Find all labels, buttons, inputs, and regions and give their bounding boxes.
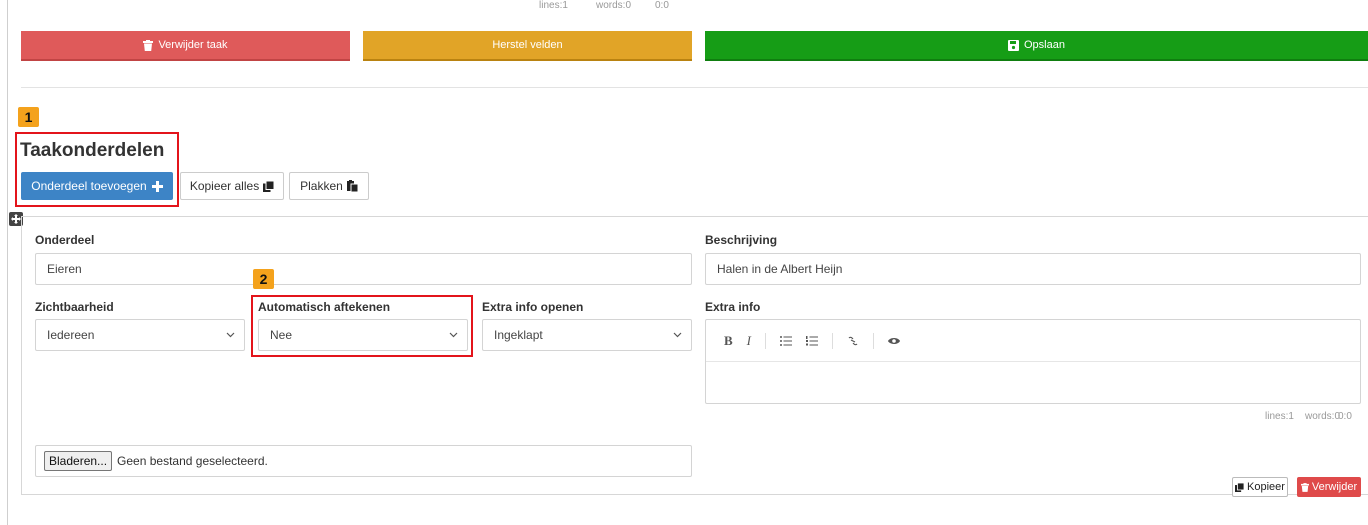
bold-icon[interactable]: B [724, 333, 733, 349]
reset-fields-label: Herstel velden [492, 39, 563, 51]
floppy-icon [1008, 39, 1019, 51]
onderdeel-label: Onderdeel [35, 233, 95, 247]
toolbar-separator [765, 332, 767, 349]
auto-aftekenen-label: Automatisch aftekenen [258, 300, 391, 314]
section-title: Taakonderdelen [20, 140, 165, 161]
copy-part-label: Kopieer [1247, 481, 1285, 493]
browse-file-button[interactable]: Bladeren... [44, 451, 113, 471]
paste-label: Plakken [300, 179, 343, 193]
top-lines-count: lines:1 [539, 0, 568, 11]
auto-aftekenen-value: Nee [270, 328, 293, 342]
copy-icon [263, 180, 275, 192]
chevron-down-icon [449, 332, 458, 338]
plus-icon [151, 180, 163, 192]
toolbar-separator [832, 332, 834, 349]
copy-all-label: Kopieer alles [189, 179, 260, 193]
zichtbaarheid-select[interactable]: Iedereen [35, 319, 245, 351]
reset-fields-button[interactable]: Herstel velden [363, 31, 692, 61]
delete-part-button[interactable]: Verwijder [1297, 477, 1361, 497]
top-words-count: words:0 [596, 0, 632, 11]
zichtbaarheid-label: Zichtbaarheid [35, 300, 114, 314]
copy-part-button[interactable]: Kopieer [1232, 477, 1288, 497]
extra-info-open-select[interactable]: Ingeklapt [482, 319, 692, 351]
delete-part-label: Verwijder [1311, 481, 1358, 493]
save-button[interactable]: Opslaan [705, 31, 1368, 61]
trash-icon [1300, 482, 1309, 492]
add-part-button[interactable]: Onderdeel toevoegen [21, 172, 173, 200]
preview-eye-icon[interactable] [888, 337, 901, 345]
bullet-list-icon[interactable] [780, 335, 793, 346]
delete-task-label: Verwijder taak [158, 39, 228, 51]
extra-info-editor[interactable]: B I [705, 319, 1361, 404]
save-label: Opslaan [1024, 39, 1065, 51]
beschrijving-value: Halen in de Albert Heijn [717, 262, 843, 276]
beschrijving-label: Beschrijving [705, 233, 778, 247]
beschrijving-input[interactable]: Halen in de Albert Heijn [705, 253, 1361, 285]
paste-button[interactable]: Plakken [289, 172, 369, 200]
trash-icon [143, 39, 154, 51]
link-icon[interactable] [847, 336, 859, 346]
extra-info-label: Extra info [705, 300, 761, 314]
chevron-down-icon [226, 332, 235, 338]
chevron-down-icon [673, 332, 682, 338]
zichtbaarheid-value: Iedereen [47, 328, 95, 342]
extra-info-open-label: Extra info openen [482, 300, 584, 314]
numbered-list-icon[interactable] [806, 335, 819, 346]
divider [21, 87, 1368, 88]
onderdeel-input[interactable]: Eieren [35, 253, 692, 285]
copy-icon [1235, 482, 1245, 492]
onderdeel-value: Eieren [47, 262, 82, 276]
file-upload-field: Bladeren... Geen bestand geselecteerd. [35, 445, 692, 477]
file-status: Geen bestand geselecteerd. [117, 454, 268, 468]
copy-all-button[interactable]: Kopieer alles [180, 172, 284, 200]
toolbar-separator [873, 332, 875, 349]
editor-toolbar: B I [706, 320, 1360, 362]
editor-words-count: words:0 [1305, 411, 1341, 422]
annotation-badge-1: 1 [18, 107, 39, 127]
delete-task-button[interactable]: Verwijder taak [21, 31, 350, 61]
auto-aftekenen-select[interactable]: Nee [258, 319, 468, 351]
editor-cursor-pos: 0:0 [1338, 411, 1352, 422]
top-cursor-pos: 0:0 [655, 0, 669, 11]
paste-icon [346, 180, 358, 192]
add-part-label: Onderdeel toevoegen [31, 179, 147, 193]
extra-info-open-value: Ingeklapt [494, 328, 543, 342]
editor-lines-count: lines:1 [1265, 411, 1294, 422]
italic-icon[interactable]: I [747, 333, 751, 349]
page-left-border [7, 0, 8, 525]
annotation-badge-2: 2 [253, 269, 274, 289]
